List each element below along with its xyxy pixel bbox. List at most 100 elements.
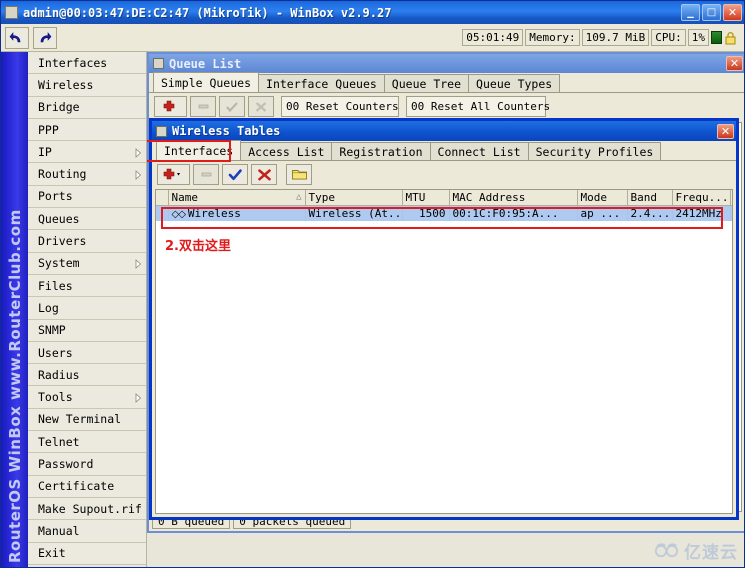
tab-registration[interactable]: Registration — [331, 142, 431, 160]
app-system-icon[interactable] — [5, 6, 18, 19]
winbox-body: RouterOS WinBox www.RouterClub.com Inter… — [1, 52, 744, 567]
cell-mode: ap ... — [577, 205, 628, 221]
column-header-ssid[interactable]: SSID — [730, 190, 732, 206]
tab-interface-queues[interactable]: Interface Queues — [258, 74, 385, 92]
sidebar-item-radius[interactable]: Radius — [28, 364, 146, 387]
queue-enable-button[interactable] — [219, 96, 245, 117]
cell-ssid: Yang_AP — [730, 205, 732, 221]
sidebar-item-label: Bridge — [38, 100, 80, 115]
sidebar-item-label: Log — [38, 300, 59, 315]
tab-connect-list[interactable]: Connect List — [429, 142, 529, 160]
sidebar-item-system[interactable]: System — [28, 252, 146, 275]
sidebar-item-snmp[interactable]: SNMP — [28, 319, 146, 342]
page-title: admin@00:03:47:DE:C2:47 (MikroTik) - Win… — [23, 5, 392, 20]
reset-counters-button[interactable]: 00 Reset Counters — [281, 96, 399, 117]
sidebar-item-files[interactable]: Files — [28, 274, 146, 298]
wireless-remove-button[interactable] — [193, 164, 219, 185]
sidebar-item-label: Manual — [38, 523, 80, 538]
queue-list-tabstrip: Simple Queues Interface Queues Queue Tree Q… — [149, 72, 744, 93]
yisuyun-watermark: 亿速云 — [654, 538, 738, 563]
yisuyun-watermark-text: 亿速云 — [684, 543, 738, 563]
sidebar-item-ports[interactable]: Ports — [28, 185, 146, 209]
cloud-logo-icon — [654, 543, 679, 558]
maximize-button[interactable]: □ — [702, 4, 721, 21]
sidebar-item-exit[interactable]: Exit — [28, 542, 146, 565]
queue-disable-button[interactable] — [248, 96, 274, 117]
reset-all-counters-button[interactable]: 00 Reset All Counters — [406, 96, 550, 117]
wireless-tables-title: Wireless Tables — [172, 124, 281, 138]
tab-label: Access List — [248, 144, 325, 159]
sidebar-item-label: IP — [38, 144, 52, 159]
sidebar-item-label: Make Supout.rif — [38, 501, 142, 516]
maximize-icon: □ — [706, 6, 717, 18]
chevron-right-icon — [134, 147, 142, 158]
queue-list-titlebar: Queue List ✕ — [149, 54, 744, 73]
sidebar-item-bridge[interactable]: Bridge — [28, 96, 146, 119]
wireless-add-button[interactable] — [157, 164, 190, 185]
column-header-frequency[interactable]: Frequ... — [672, 190, 731, 206]
sidebar-item-routing[interactable]: Routing — [28, 163, 146, 186]
cell-text: Wireless — [187, 207, 241, 220]
sidebar-item-label: Exit — [38, 546, 66, 561]
tab-label: Security Profiles — [535, 144, 654, 159]
sidebar-item-ppp[interactable]: PPP — [28, 118, 146, 142]
table-row[interactable]: ◇◇ Wireless Wireless (At... 1500 00:1C:F0:95… — [156, 205, 732, 221]
sidebar-item-drivers[interactable]: Drivers — [28, 230, 146, 253]
sidebar-item-label: Tools — [38, 390, 73, 405]
sidebar-item-label: Certificate — [38, 479, 115, 494]
cpu-value: 1% — [687, 29, 709, 46]
column-header-mac-address[interactable]: MAC Address — [449, 190, 578, 206]
undo-button[interactable] — [5, 26, 29, 49]
wireless-tables-close-button[interactable]: ✕ — [717, 123, 734, 139]
close-button[interactable]: ✕ — [723, 4, 742, 21]
row-gutter — [156, 205, 169, 221]
row-gutter-header — [156, 190, 169, 206]
sidebar-item-queues[interactable]: Queues — [28, 208, 146, 231]
queue-add-button[interactable] — [154, 96, 187, 117]
tab-security-profiles[interactable]: Security Profiles — [527, 142, 662, 160]
minimize-button[interactable]: _ — [681, 4, 700, 21]
plus-icon — [163, 168, 180, 180]
reset-all-counters-label: 00 Reset All Counters — [411, 100, 551, 113]
table-header-row: Name △ Type MTU MAC Address Mode Band Fr… — [156, 190, 732, 206]
tab-queue-types[interactable]: Queue Types — [468, 74, 561, 92]
queue-remove-button[interactable] — [190, 96, 216, 117]
sidebar-item-label: Ports — [38, 189, 73, 204]
sidebar-item-ip[interactable]: IP — [28, 141, 146, 164]
cell-type: Wireless (At... — [305, 205, 403, 221]
tab-label: Connect List — [437, 144, 521, 159]
tab-access-list[interactable]: Access List — [240, 142, 333, 160]
tab-queue-tree[interactable]: Queue Tree — [383, 74, 470, 92]
column-header-band[interactable]: Band — [627, 190, 673, 206]
column-header-type[interactable]: Type — [305, 190, 403, 206]
sidebar-item-users[interactable]: Users — [28, 341, 146, 365]
wireless-comment-button[interactable] — [286, 164, 312, 185]
sidebar-item-log[interactable]: Log — [28, 297, 146, 320]
wireless-tables-titlebar: Wireless Tables ✕ — [152, 121, 736, 141]
minus-icon — [198, 104, 208, 109]
main-titlebar: admin@00:03:47:DE:C2:47 (MikroTik) - Win… — [1, 1, 744, 24]
sidebar-item-tools[interactable]: Tools — [28, 386, 146, 409]
tab-interfaces[interactable]: Interfaces — [156, 140, 242, 160]
sidebar-item-telnet[interactable]: Telnet — [28, 431, 146, 454]
wireless-disable-button[interactable] — [251, 164, 277, 185]
queue-list-title: Queue List — [169, 56, 242, 71]
sidebar-item-make-supout-rif[interactable]: Make Supout.rif — [28, 497, 146, 521]
tab-label: Interfaces — [164, 143, 234, 158]
wireless-enable-button[interactable] — [222, 164, 248, 185]
column-header-mtu[interactable]: MTU — [402, 190, 450, 206]
sidebar-item-wireless[interactable]: Wireless — [28, 74, 146, 97]
close-icon: ✕ — [727, 6, 738, 19]
redo-button[interactable] — [33, 26, 57, 49]
tab-simple-queues[interactable]: Simple Queues — [153, 72, 260, 92]
sidebar-item-interfaces[interactable]: Interfaces — [28, 52, 146, 75]
sidebar-item-password[interactable]: Password — [28, 453, 146, 476]
wireless-interfaces-table-wrap[interactable]: Name △ Type MTU MAC Address Mode Band Fr… — [155, 189, 733, 514]
column-header-name[interactable]: Name △ — [168, 190, 306, 206]
sidebar-item-new-terminal[interactable]: New Terminal — [28, 408, 146, 432]
column-header-mode[interactable]: Mode — [577, 190, 628, 206]
queue-list-close-button[interactable]: ✕ — [726, 56, 743, 71]
sidebar-item-manual[interactable]: Manual — [28, 520, 146, 543]
main-toolbar: 05:01:49 Memory: 109.7 MiB CPU: 1% — [1, 24, 744, 52]
sidebar-item-certificate[interactable]: Certificate — [28, 475, 146, 498]
